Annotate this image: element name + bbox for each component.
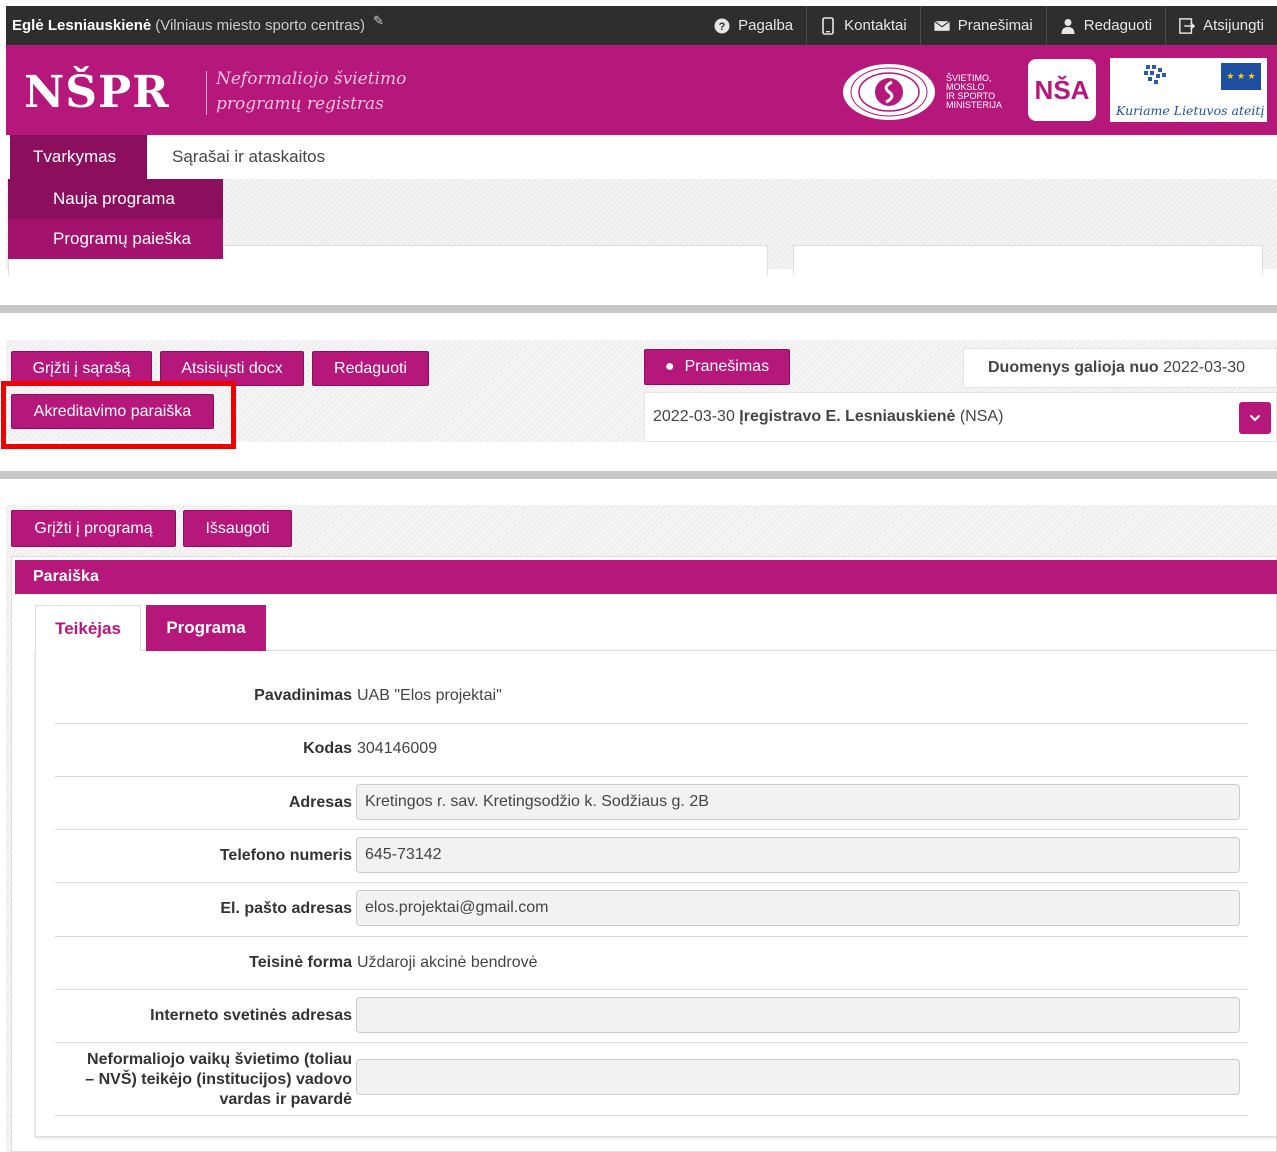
notice-button[interactable]: ● Pranešimas [644, 349, 790, 385]
head-name-label-line: Neformaliojo vaikų švietimo (toliau [87, 1051, 352, 1068]
highlight-frame [1, 381, 236, 449]
bullet-icon: ● [664, 358, 675, 375]
legal-form-label: Teisinė forma [249, 954, 352, 971]
code-label: Kodas [303, 740, 352, 757]
nsa-logo: NŠA [1028, 59, 1096, 121]
head-name-label-line: – NVŠ) teikėjo (institucijos) vadovo [85, 1071, 352, 1088]
logout-icon [1179, 17, 1196, 34]
top-bar: Eglė Lesniauskienė (Vilniaus miesto spor… [6, 6, 1277, 45]
user-info: Eglė Lesniauskienė (Vilniaus miesto spor… [6, 13, 701, 35]
tab-programa[interactable]: Programa [146, 605, 266, 651]
nav-help[interactable]: ? Pagalba [701, 6, 806, 45]
nav-messages-label: Pranešimai [957, 17, 1033, 34]
email-label: El. pašto adresas [220, 900, 352, 917]
save-button[interactable]: Išsaugoti [183, 510, 292, 547]
head-name-label: Neformaliojo vaikų švietimo (toliau – NV… [85, 1050, 352, 1110]
validity-label: Duomenys galioja nuo [988, 359, 1159, 376]
validity-info: Duomenys galioja nuo 2022-03-30 [963, 348, 1277, 388]
form-row-head-name: Neformaliojo vaikų švietimo (toliau – NV… [55, 1043, 1248, 1116]
registration-text: Įregistravo E. Lesniauskienė [739, 408, 956, 425]
ministry-emblem-icon [843, 64, 935, 120]
top-navigation: ? Pagalba Kontaktai Pranešimai Redaguoti [701, 6, 1277, 45]
envelope-icon [933, 18, 950, 34]
site-subtitle-line2: programų registras [216, 94, 384, 114]
website-input[interactable] [356, 997, 1240, 1033]
notice-button-label: Pranešimas [684, 358, 770, 375]
form-row-email: El. pašto adresas elos.projektai@gmail.c… [55, 883, 1248, 937]
nav-logout-label: Atsijungti [1203, 17, 1264, 34]
validity-date: 2022-03-30 [1163, 359, 1245, 376]
nav-contacts-label: Kontaktai [844, 17, 907, 34]
section-divider [0, 471, 1277, 479]
panel-title: Paraiška [15, 560, 1277, 594]
head-name-input[interactable] [356, 1059, 1240, 1095]
phone-label: Telefono numeris [219, 847, 352, 864]
name-label: Pavadinimas [254, 687, 352, 704]
ministry-logo: ŠVIETIMO, MOKSLO IR SPORTO MINISTERIJA [842, 63, 1002, 121]
ministry-line: MINISTERIJA [946, 100, 1003, 110]
nav-edit-label: Redaguoti [1083, 17, 1153, 34]
ministry-name: ŠVIETIMO, MOKSLO IR SPORTO MINISTERIJA [946, 74, 1002, 110]
head-name-label-line: vardas ir pavardė [219, 1091, 352, 1108]
eu-flag-icon: ★ ★ ★ [1221, 63, 1261, 90]
phone-icon [820, 16, 836, 35]
map-dots-icon [1144, 65, 1166, 84]
nav-logout[interactable]: Atsijungti [1165, 6, 1277, 45]
main-menu: Tvarkymas Sąrašai ir ataskaitos [6, 135, 1277, 179]
submenu-programu-paieska[interactable]: Programų paieška [8, 219, 223, 259]
header-banner: NŠPR Neformaliojo švietimo programų regi… [6, 45, 1277, 135]
email-input[interactable]: elos.projektai@gmail.com [356, 890, 1240, 926]
menu-tvarkymas[interactable]: Tvarkymas [10, 135, 147, 179]
registration-date: 2022-03-30 [653, 408, 735, 425]
address-input[interactable]: Kretingos r. sav. Kretingsodžio k. Sodži… [356, 784, 1240, 820]
edit-button[interactable]: Redaguoti [312, 351, 429, 386]
form-row-legal-form: Teisinė forma Uždaroji akcinė bendrovė [55, 937, 1248, 990]
chevron-down-icon [1249, 414, 1261, 422]
site-subtitle-line1: Neformaliojo švietimo [216, 69, 407, 89]
site-subtitle: Neformaliojo švietimo programų registras [216, 67, 406, 117]
content-panel-right [793, 245, 1263, 275]
nav-messages[interactable]: Pranešimai [919, 6, 1046, 45]
nav-edit-profile[interactable]: Redaguoti [1045, 6, 1165, 45]
logo-separator [206, 71, 207, 115]
site-logo[interactable]: NŠPR [24, 67, 170, 118]
tab-teikejas[interactable]: Teikėjas [35, 605, 141, 651]
eu-funds-logo: ★ ★ ★ Kuriame Lietuvos ateitį [1110, 58, 1267, 122]
address-label: Adresas [288, 794, 352, 811]
eu-slogan: Kuriame Lietuvos ateitį [1116, 103, 1265, 118]
code-value: 304146009 [357, 740, 438, 757]
user-icon [1060, 18, 1076, 34]
form-row-code: Kodas 304146009 [55, 724, 1248, 777]
svg-text:?: ? [719, 21, 726, 33]
form-row-address: Adresas Kretingos r. sav. Kretingsodžio … [55, 777, 1248, 830]
registration-org: (NSA) [959, 408, 1004, 425]
section-divider [0, 305, 1277, 313]
menu-sarasai-ataskaitos[interactable]: Sąrašai ir ataskaitos [172, 135, 325, 179]
submenu-nauja-programa[interactable]: Nauja programa [8, 179, 223, 219]
back-to-program-button[interactable]: Grįžti į programą [11, 510, 176, 547]
edit-pencil-icon[interactable]: ✎ [373, 13, 384, 29]
legal-form-value: Uždaroji akcinė bendrovė [357, 954, 538, 971]
user-organization: (Vilniaus miesto sporto centras) [155, 17, 366, 34]
user-name: Eglė Lesniauskienė [12, 17, 152, 34]
help-icon: ? [714, 18, 730, 34]
name-value: UAB "Elos projektai" [357, 687, 502, 704]
form-row-phone: Telefono numeris 645-73142 [55, 830, 1248, 883]
form-row-website: Interneto svetinės adresas [55, 990, 1248, 1043]
nav-contacts[interactable]: Kontaktai [806, 6, 920, 45]
nav-help-label: Pagalba [738, 17, 794, 34]
website-label: Interneto svetinės adresas [150, 1007, 352, 1024]
form-row-name: Pavadinimas UAB "Elos projektai" [55, 670, 1248, 724]
history-dropdown-button[interactable] [1239, 402, 1271, 434]
registration-history: 2022-03-30 Įregistravo E. Lesniauskienė … [644, 392, 1277, 442]
phone-input[interactable]: 645-73142 [356, 837, 1240, 873]
